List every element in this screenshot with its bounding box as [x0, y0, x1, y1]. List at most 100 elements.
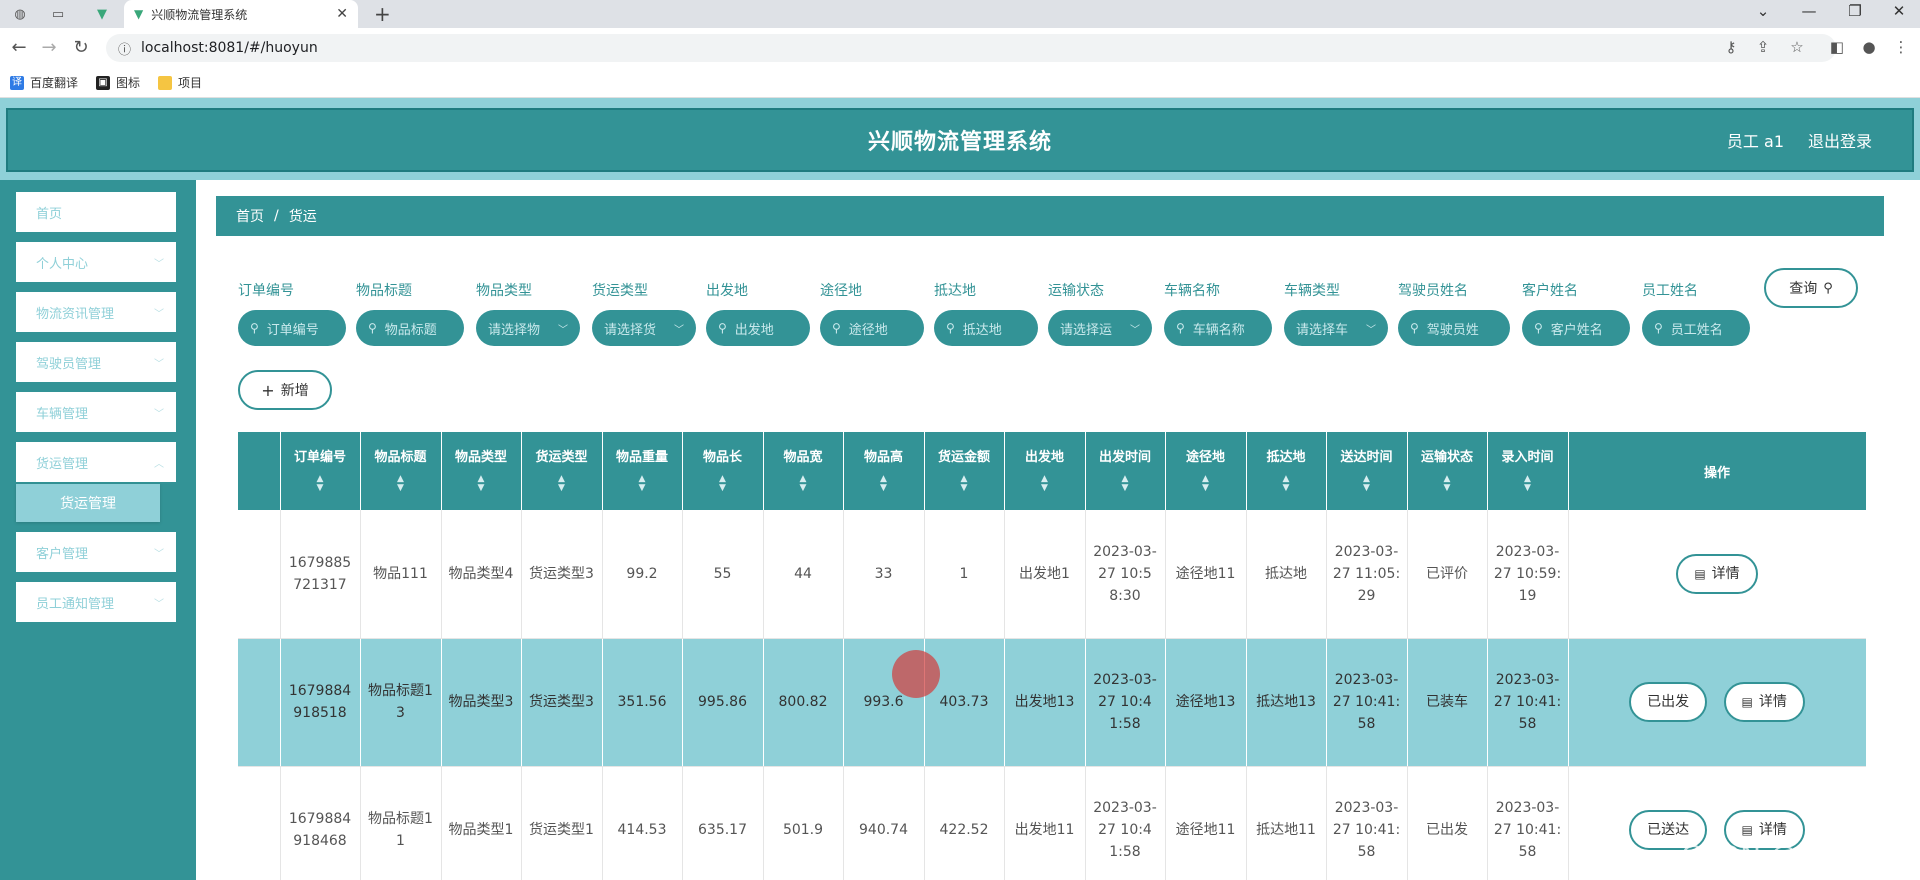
reload-icon[interactable]: ↻ — [70, 37, 92, 58]
bookmark-project[interactable]: 项目 — [158, 74, 202, 91]
sidebar-item-news[interactable]: 物流资讯管理 ﹀ — [16, 292, 176, 332]
sidebar-item-staff-notices[interactable]: 员工通知管理 ﹀ — [16, 582, 176, 622]
sort-icon[interactable]: ▲ ▼ — [442, 475, 521, 493]
minimize-icon[interactable]: — — [1794, 2, 1824, 20]
vue-tab-icon[interactable]: ▼ — [92, 4, 112, 24]
sort-icon[interactable]: ▲ ▼ — [522, 475, 602, 493]
column-header[interactable]: 物品宽 ▲ ▼ — [763, 432, 844, 510]
sort-icon[interactable]: ▲ ▼ — [764, 475, 843, 493]
sort-icon[interactable]: ▲ ▼ — [1327, 475, 1407, 493]
sort-icon[interactable]: ▲ ▼ — [1247, 475, 1326, 493]
column-header[interactable]: 物品高 ▲ ▼ — [843, 432, 925, 510]
bookmark-baidu-translate[interactable]: 译 百度翻译 — [10, 74, 78, 91]
back-icon[interactable]: ← — [8, 37, 30, 58]
globe-icon[interactable]: ◍ — [10, 4, 30, 24]
select-cell[interactable] — [238, 510, 281, 639]
column-header[interactable]: 订单编号 ▲ ▼ — [280, 432, 361, 510]
column-header[interactable]: 物品重量 ▲ ▼ — [602, 432, 683, 510]
close-window-icon[interactable]: ✕ — [1884, 2, 1914, 20]
column-header[interactable]: 途径地 ▲ ▼ — [1165, 432, 1247, 510]
share-icon[interactable]: ⇪ — [1752, 38, 1774, 56]
column-title: 途径地 — [1185, 450, 1225, 465]
select-cell[interactable] — [238, 638, 281, 767]
sidebar-item-freight[interactable]: 货运管理 ︿ — [16, 442, 176, 482]
departed-button[interactable]: 已出发 — [1629, 682, 1708, 722]
breadcrumb-home[interactable]: 首页 — [236, 206, 264, 226]
column-header[interactable]: 送达时间 ▲ ▼ — [1326, 432, 1408, 510]
query-button[interactable]: 查询 ⚲ — [1764, 268, 1858, 308]
profile-icon[interactable]: ● — [1858, 38, 1880, 56]
active-tab[interactable]: ▼ 兴顺物流管理系统 ✕ — [124, 0, 358, 28]
destination-input[interactable]: ⚲ 抵达地 — [934, 310, 1038, 346]
sort-icon[interactable]: ▲ ▼ — [683, 475, 763, 493]
omnibox[interactable]: ⓘ localhost:8081/#/huoyun — [106, 34, 1836, 62]
key-icon[interactable]: ⚷ — [1720, 38, 1742, 56]
logout-link[interactable]: 退出登录 — [1808, 128, 1872, 152]
table-cell: 2023-03-27 10:59:19 — [1487, 510, 1569, 639]
menu-icon[interactable]: ⋮ — [1890, 38, 1912, 56]
sidebar-item-customers[interactable]: 客户管理 ﹀ — [16, 532, 176, 572]
input-placeholder: 途径地 — [848, 322, 888, 338]
url-text: localhost:8081/#/huoyun — [141, 40, 318, 56]
column-header[interactable]: 物品长 ▲ ▼ — [682, 432, 764, 510]
forward-icon[interactable]: → — [38, 37, 60, 58]
column-header[interactable]: 出发地 ▲ ▼ — [1004, 432, 1086, 510]
column-header[interactable]: 货运类型 ▲ ▼ — [521, 432, 603, 510]
sort-icon[interactable]: ▲ ▼ — [361, 475, 441, 493]
column-header[interactable]: 录入时间 ▲ ▼ — [1487, 432, 1569, 510]
chevron-down-icon: ﹀ — [1130, 324, 1140, 336]
star-icon[interactable]: ☆ — [1786, 38, 1808, 56]
item-type-select[interactable]: 请选择物 ﹀ — [476, 310, 580, 346]
tab-search-icon[interactable]: ⌄ — [1748, 2, 1778, 20]
sort-icon[interactable]: ▲ ▼ — [1005, 475, 1085, 493]
submenu-item-freight-management[interactable]: 货运管理 — [16, 484, 160, 522]
transport-status-select[interactable]: 请选择运 ﹀ — [1048, 310, 1152, 346]
sort-icon[interactable]: ▲ ▼ — [1086, 475, 1165, 493]
column-title: 物品宽 — [783, 450, 823, 465]
staff-name-input[interactable]: ⚲ 员工姓名 — [1642, 310, 1750, 346]
sort-icon[interactable]: ▲ ▼ — [844, 475, 924, 493]
restore-icon[interactable]: ❐ — [1840, 2, 1870, 20]
via-input[interactable]: ⚲ 途径地 — [820, 310, 924, 346]
table-row[interactable]: 1679885721317 物品111 物品类型4 货运类型3 99.2 55 … — [238, 510, 1866, 639]
driver-name-input[interactable]: ⚲ 驾驶员姓 — [1398, 310, 1510, 346]
column-header[interactable]: 出发时间 ▲ ▼ — [1085, 432, 1166, 510]
sidebar-item-drivers[interactable]: 驾驶员管理 ﹀ — [16, 342, 176, 382]
sidebar-item-personal-center[interactable]: 个人中心 ﹀ — [16, 242, 176, 282]
column-header[interactable]: 运输状态 ▲ ▼ — [1407, 432, 1488, 510]
sort-icon[interactable]: ▲ ▼ — [603, 475, 682, 493]
sort-icon[interactable]: ▲ ▼ — [1166, 475, 1246, 493]
new-tab-icon[interactable]: + — [374, 2, 391, 26]
sort-icon[interactable]: ▲ ▼ — [1488, 475, 1568, 493]
column-header[interactable]: 货运金额 ▲ ▼ — [924, 432, 1005, 510]
order-no-input[interactable]: ⚲ 订单编号 — [238, 310, 346, 346]
side-panel-icon[interactable]: ◧ — [1826, 38, 1848, 56]
column-header[interactable]: 抵达地 ▲ ▼ — [1246, 432, 1327, 510]
detail-button[interactable]: ▤ 详情 — [1723, 682, 1805, 722]
column-header[interactable]: 物品类型 ▲ ▼ — [441, 432, 522, 510]
info-icon[interactable]: ⓘ — [118, 39, 131, 58]
column-header[interactable]: 物品标题 ▲ ▼ — [360, 432, 442, 510]
detail-button[interactable]: ▤ 详情 — [1676, 553, 1758, 594]
add-button[interactable]: + 新增 — [238, 370, 332, 410]
table-row[interactable]: 1679884918468 物品标题11 物品类型1 货运类型1 414.53 … — [238, 766, 1866, 880]
freight-type-select[interactable]: 请选择货 ﹀ — [592, 310, 696, 346]
table-cell: 途径地11 — [1165, 766, 1247, 880]
chevron-down-icon: ﹀ — [154, 358, 164, 370]
table-row[interactable]: 1679884918518 物品标题13 物品类型3 货运类型3 351.56 … — [238, 638, 1866, 767]
vehicle-type-select[interactable]: 请选择车 ﹀ — [1284, 310, 1388, 346]
sidebar-item-home[interactable]: 首页 — [16, 192, 176, 232]
blank-tab-icon[interactable]: ▭ — [48, 4, 68, 24]
sort-icon[interactable]: ▲ ▼ — [281, 475, 360, 493]
bookmark-icons[interactable]: ▣ 图标 — [96, 74, 140, 91]
sort-icon[interactable]: ▲ ▼ — [1408, 475, 1487, 493]
sort-icon[interactable]: ▲ ▼ — [925, 475, 1004, 493]
sidebar-item-vehicles[interactable]: 车辆管理 ﹀ — [16, 392, 176, 432]
close-tab-icon[interactable]: ✕ — [336, 6, 348, 22]
origin-input[interactable]: ⚲ 出发地 — [706, 310, 810, 346]
item-title-input[interactable]: ⚲ 物品标题 — [356, 310, 464, 346]
select-cell[interactable] — [238, 766, 281, 880]
customer-name-input[interactable]: ⚲ 客户姓名 — [1522, 310, 1630, 346]
filter-label-item-type: 物品类型 — [476, 283, 532, 299]
vehicle-name-input[interactable]: ⚲ 车辆名称 — [1164, 310, 1272, 346]
